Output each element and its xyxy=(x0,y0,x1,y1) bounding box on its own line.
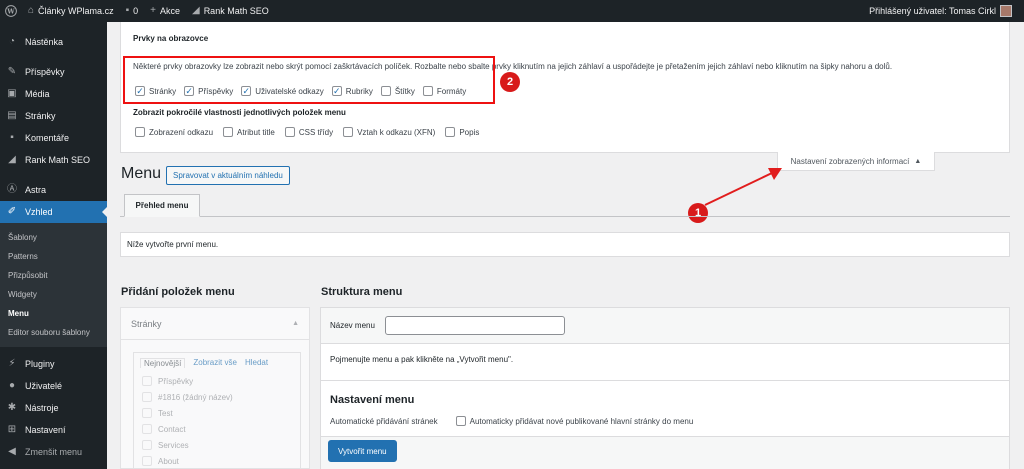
auto-add-pages-label: Automatické přidávání stránek xyxy=(330,416,438,426)
list-item[interactable]: Příspěvky xyxy=(134,373,300,389)
menu-settings-heading: Nastavení menu xyxy=(330,394,415,406)
pages-tabs: Nejnovější Zobrazit vše Hledat xyxy=(134,353,300,373)
tab-edit-menus[interactable]: Přehled menu xyxy=(124,194,200,217)
manage-live-preview-button[interactable]: Spravovat v aktuálním náhledu xyxy=(166,166,290,185)
add-menu-items-heading: Přidání položek menu xyxy=(121,286,235,298)
list-item[interactable]: About xyxy=(134,453,300,469)
menu-name-row: Název menu xyxy=(321,308,1009,344)
menu-structure-heading: Struktura menu xyxy=(321,286,403,298)
list-item[interactable]: Test xyxy=(134,405,300,421)
triangle-up-icon: ▲ xyxy=(292,320,299,327)
auto-add-pages-row: Automatické přidávání stránek Automatick… xyxy=(330,416,693,426)
tab-strip-divider xyxy=(120,216,1010,217)
list-item[interactable]: Contact xyxy=(134,421,300,437)
menu-instructions: Pojmenujte menu a pak klikněte na „Vytvo… xyxy=(330,355,514,364)
menu-structure-panel: Název menu Pojmenujte menu a pak kliknět… xyxy=(320,307,1010,469)
create-menu-notice: Níže vytvořte první menu. xyxy=(120,232,1010,257)
pages-accordion-header[interactable]: Stránky ▲ xyxy=(121,308,309,340)
pages-list: Příspěvky #1816 (žádný název) Test Conta… xyxy=(134,373,300,469)
menu-name-input[interactable] xyxy=(384,316,565,335)
list-item[interactable]: #1816 (žádný název) xyxy=(134,389,300,405)
menu-panel-footer xyxy=(321,436,1009,469)
tab-most-recent[interactable]: Nejnovější xyxy=(140,358,186,368)
page-title: Menu xyxy=(121,165,162,182)
annotation-badge-1: 1 xyxy=(688,203,708,223)
tab-search[interactable]: Hledat xyxy=(245,358,268,368)
divider xyxy=(321,380,1009,381)
tab-view-all[interactable]: Zobrazit vše xyxy=(193,358,237,368)
auto-add-pages-checkbox[interactable]: Automaticky přidávat nové publikované hl… xyxy=(455,416,693,426)
pages-accordion: Stránky ▲ Nejnovější Zobrazit vše Hledat… xyxy=(120,307,310,469)
create-menu-button[interactable]: Vytvořit menu xyxy=(328,440,397,462)
menu-name-label: Název menu xyxy=(330,321,375,330)
list-item[interactable]: Services xyxy=(134,437,300,453)
pages-tab-panel: Nejnovější Zobrazit vše Hledat Příspěvky… xyxy=(133,352,301,469)
